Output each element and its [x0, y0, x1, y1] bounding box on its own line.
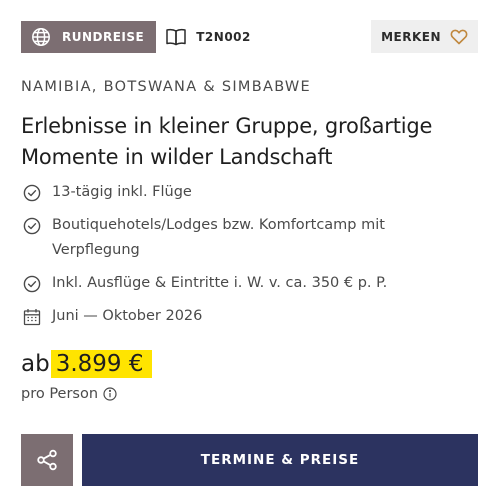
feature-list: 13-tägig inkl. Flüge Boutiquehotels/Lodg…: [23, 180, 463, 337]
trip-type-label: RUNDREISE: [62, 29, 145, 44]
trip-header-bar: RUNDREISE T2N002 MERKEN: [21, 20, 478, 53]
feature-item: Inkl. Ausflüge & Eintritte i. W. v. ca. …: [23, 271, 463, 296]
trip-code-label: T2N002: [196, 29, 251, 44]
share-button[interactable]: [21, 434, 73, 486]
price-prefix: ab: [21, 351, 50, 377]
share-icon: [35, 448, 59, 472]
per-person-label: pro Person: [21, 386, 99, 402]
merken-button[interactable]: MERKEN: [371, 20, 478, 53]
calendar-icon: [23, 308, 41, 326]
check-circle-icon: [23, 184, 41, 202]
book-icon: [165, 27, 187, 47]
travel-period: Juni — Oktober 2026: [52, 308, 203, 324]
price-amount: 3.899 €: [50, 350, 152, 378]
heart-icon: [450, 29, 468, 45]
feature-item: Juni — Oktober 2026: [23, 304, 463, 329]
check-circle-icon: [23, 217, 41, 235]
globe-icon: [31, 27, 51, 47]
feature-text: 13-tägig inkl. Flüge: [52, 184, 192, 200]
feature-item: Boutiquehotels/Lodges bzw. Komfortcamp m…: [23, 213, 463, 263]
feature-item: 13-tägig inkl. Flüge: [23, 180, 463, 205]
merken-label: MERKEN: [381, 29, 441, 44]
price-per-person: pro Person: [21, 386, 117, 402]
cta-label: TERMINE & PREISE: [200, 452, 360, 468]
price-display: ab 3.899 €: [21, 350, 152, 378]
trip-title: Erlebnisse in kleiner Gruppe, großartige…: [21, 114, 433, 169]
info-icon[interactable]: [103, 387, 117, 401]
feature-text: Boutiquehotels/Lodges bzw. Komfortcamp m…: [52, 217, 385, 258]
dates-and-prices-button[interactable]: TERMINE & PREISE: [82, 434, 478, 486]
trip-code: T2N002: [165, 27, 251, 47]
check-circle-icon: [23, 275, 41, 293]
trip-type-badge: RUNDREISE: [21, 20, 157, 53]
feature-text: Inkl. Ausflüge & Eintritte i. W. v. ca. …: [52, 275, 388, 291]
region-label: NAMIBIA, BOTSWANA & SIMBABWE: [21, 79, 312, 95]
